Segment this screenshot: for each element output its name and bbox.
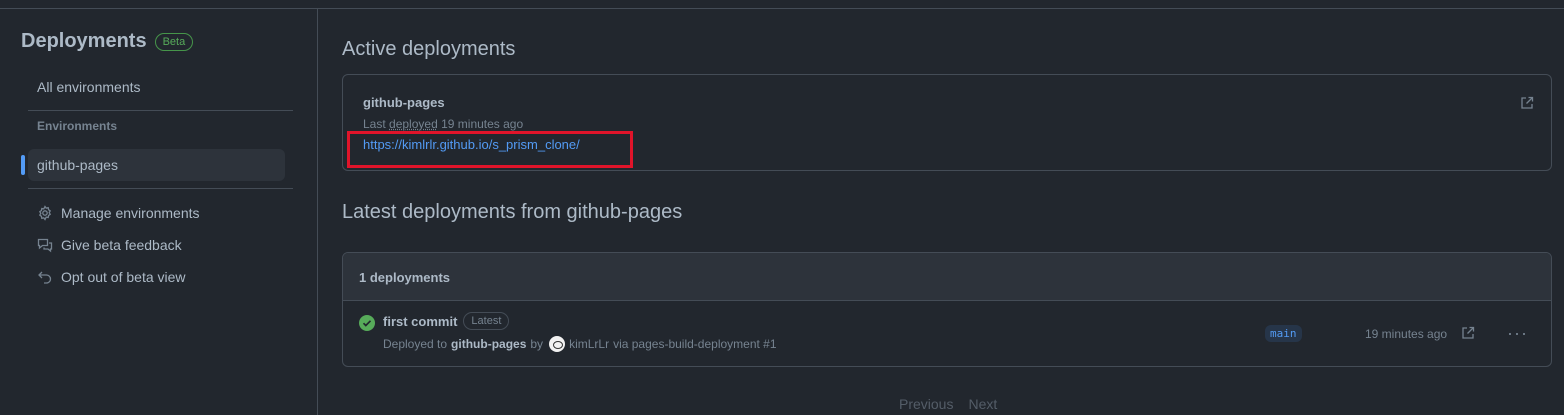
last-deployed-time: 19 minutes ago xyxy=(441,117,524,131)
more-options-icon[interactable]: ··· xyxy=(1507,323,1528,344)
latest-deployments-heading: Latest deployments from github-pages xyxy=(342,201,683,223)
deployments-count: 1 deployments xyxy=(359,270,451,285)
gear-icon xyxy=(38,205,52,221)
previous-button[interactable]: Previous xyxy=(899,396,953,412)
sidebar-divider xyxy=(28,110,293,111)
manage-environments-link[interactable]: Manage environments xyxy=(37,205,200,221)
deployment-row: first commit Latest Deployed to github-p… xyxy=(343,301,1551,366)
deployer-username[interactable]: kimLrLr xyxy=(569,337,609,351)
undo-icon xyxy=(38,271,52,284)
commit-title[interactable]: first commit xyxy=(383,314,457,329)
beta-badge: Beta xyxy=(154,32,194,51)
sidebar-title: Deployments Beta xyxy=(21,30,194,53)
avatar[interactable] xyxy=(549,336,566,352)
opt-out-beta-label: Opt out of beta view xyxy=(61,269,186,285)
check-circle-icon xyxy=(359,315,375,331)
sidebar-item-all-environments[interactable]: All environments xyxy=(28,71,285,103)
give-beta-feedback-label: Give beta feedback xyxy=(61,237,182,253)
active-deployments-heading: Active deployments xyxy=(342,38,516,60)
next-button[interactable]: Next xyxy=(968,396,997,412)
environments-heading: Environments xyxy=(37,119,118,133)
sidebar-title-text: Deployments xyxy=(21,30,147,52)
deployment-time: 19 minutes ago xyxy=(1365,327,1448,341)
workflow-text[interactable]: via pages-build-deployment #1 xyxy=(613,337,776,351)
last-deployed-prefix: Last xyxy=(363,117,386,131)
active-environment-name: github-pages xyxy=(363,95,445,110)
sidebar-item-github-pages[interactable]: github-pages xyxy=(21,149,285,181)
highlight-annotation xyxy=(347,131,633,168)
deployment-details: Deployed to github-pages by kimLrLr via … xyxy=(383,336,777,352)
external-link-icon[interactable] xyxy=(1460,325,1476,341)
pagination: Previous Next xyxy=(899,396,997,412)
branch-label[interactable]: main xyxy=(1265,325,1302,342)
latest-deployments-card: 1 deployments first commit Latest Deploy… xyxy=(342,252,1552,367)
commit-title-group: first commit Latest xyxy=(383,312,510,330)
deployed-to-prefix: Deployed to xyxy=(383,337,448,351)
deployments-list-header: 1 deployments xyxy=(343,253,1551,301)
last-deployed-word: deployed xyxy=(389,117,438,131)
by-text: by xyxy=(530,337,544,351)
manage-environments-label: Manage environments xyxy=(61,205,200,221)
sidebar-divider xyxy=(28,188,293,189)
last-deployed-text: Last deployed 19 minutes ago xyxy=(363,117,523,131)
latest-badge: Latest xyxy=(463,312,510,330)
deployment-environment[interactable]: github-pages xyxy=(451,337,526,351)
give-beta-feedback-link[interactable]: Give beta feedback xyxy=(37,237,182,253)
external-link-icon[interactable] xyxy=(1519,95,1535,111)
comment-discussion-icon xyxy=(37,238,53,253)
opt-out-beta-link[interactable]: Opt out of beta view xyxy=(37,269,186,285)
